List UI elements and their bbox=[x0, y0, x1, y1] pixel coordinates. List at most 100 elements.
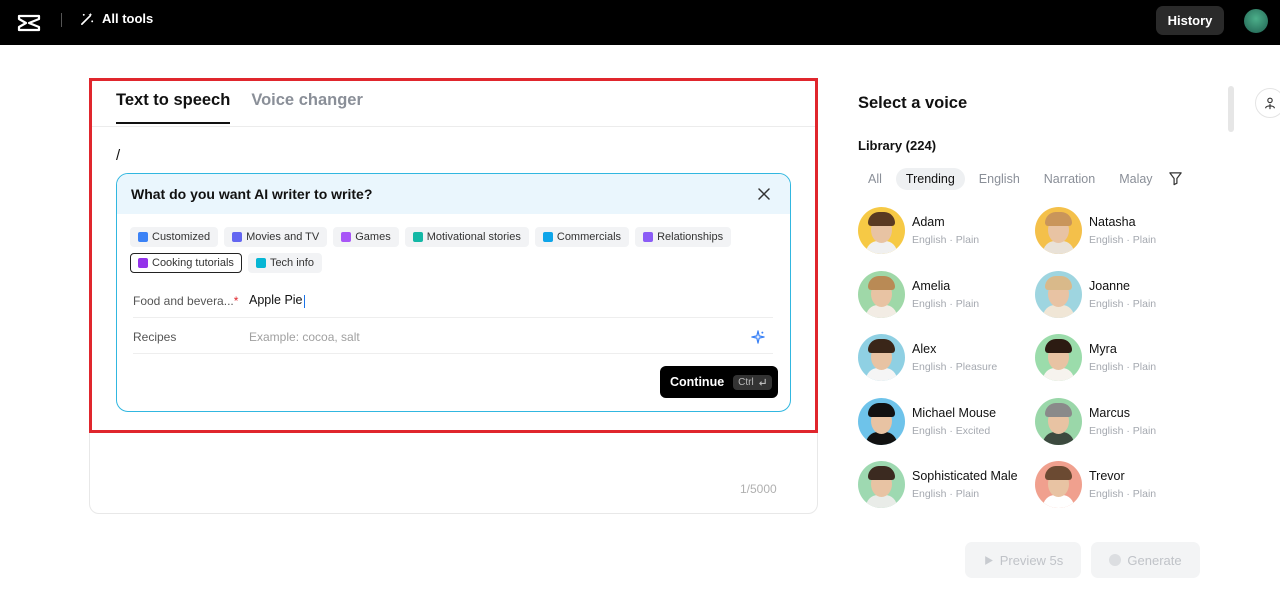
voice-item[interactable]: Alex English · Pleasure bbox=[858, 333, 1028, 381]
voice-info: Joanne English · Plain bbox=[1089, 279, 1156, 310]
generate-button[interactable]: Generate bbox=[1091, 542, 1200, 578]
voice-name: Marcus bbox=[1089, 405, 1130, 420]
gamepad-icon bbox=[341, 232, 352, 242]
voice-avatar bbox=[1035, 397, 1082, 445]
filter-funnel-icon[interactable] bbox=[1168, 171, 1183, 186]
chip-movies-tv[interactable]: Movies and TV bbox=[224, 227, 328, 247]
top-bar: All tools History bbox=[0, 0, 1280, 45]
runner-icon bbox=[412, 232, 423, 242]
capcut-logo-icon[interactable] bbox=[17, 10, 41, 34]
ai-writer-title: What do you want AI writer to write? bbox=[131, 186, 373, 202]
chip-label: Commercials bbox=[556, 231, 622, 243]
voice-name: Amelia bbox=[912, 278, 951, 293]
food-field-label: Food and bevera...* bbox=[133, 293, 239, 308]
history-button[interactable]: History bbox=[1156, 6, 1224, 35]
voice-description: English · Plain bbox=[912, 487, 980, 500]
voice-description: English · Plain bbox=[1089, 487, 1157, 500]
shortcut-hint: Ctrl bbox=[733, 374, 772, 390]
chip-cooking-tutorials[interactable]: Cooking tutorials bbox=[130, 253, 242, 273]
play-icon bbox=[984, 555, 993, 565]
chip-games[interactable]: Games bbox=[333, 227, 399, 247]
voice-item[interactable]: Michael Mouse English · Excited bbox=[858, 397, 1028, 445]
filter-malay[interactable]: Malay bbox=[1109, 168, 1154, 190]
voice-panel-title: Select a voice bbox=[858, 94, 968, 112]
recipes-field-row: Recipes bbox=[133, 320, 773, 354]
continue-button[interactable]: Continue Ctrl bbox=[660, 366, 778, 398]
voice-avatar bbox=[858, 397, 905, 445]
filter-all[interactable]: All bbox=[858, 168, 892, 190]
voice-item[interactable]: Myra English · Plain bbox=[1035, 333, 1205, 381]
chip-motivational-stories[interactable]: Motivational stories bbox=[404, 227, 529, 247]
filter-english[interactable]: English bbox=[969, 168, 1030, 190]
voice-item[interactable]: Marcus English · Plain bbox=[1035, 397, 1205, 445]
user-avatar[interactable] bbox=[1244, 9, 1268, 33]
voice-name: Joanne bbox=[1089, 278, 1131, 293]
voice-item[interactable]: Sophisticated Male English · Plain bbox=[858, 460, 1028, 508]
chip-relationships[interactable]: Relationships bbox=[635, 227, 732, 247]
topic-chips: Customized Movies and TV Games Motivatio… bbox=[130, 227, 770, 273]
text-caret bbox=[303, 294, 305, 308]
clapperboard-icon bbox=[232, 232, 243, 242]
voice-avatar bbox=[1035, 206, 1082, 254]
people-icon bbox=[643, 232, 654, 242]
voice-item[interactable]: Natasha English · Plain bbox=[1035, 206, 1205, 254]
voice-info: Natasha English · Plain bbox=[1089, 215, 1156, 246]
mode-tabs: Text to speech Voice changer bbox=[116, 91, 363, 124]
filter-trending[interactable]: Trending bbox=[895, 168, 965, 190]
continue-label: Continue bbox=[670, 375, 725, 389]
voice-description: English · Plain bbox=[912, 297, 980, 310]
voice-info: Alex English · Pleasure bbox=[912, 342, 997, 373]
voice-description: English · Plain bbox=[1089, 424, 1157, 437]
chip-label: Relationships bbox=[657, 231, 724, 243]
voice-item[interactable]: Amelia English · Plain bbox=[858, 270, 1028, 318]
voice-info: Adam English · Plain bbox=[912, 215, 979, 246]
voice-description: English · Plain bbox=[1089, 360, 1157, 373]
voice-item[interactable]: Trevor English · Plain bbox=[1035, 460, 1205, 508]
magic-wand-icon bbox=[81, 12, 94, 25]
tab-text-to-speech[interactable]: Text to speech bbox=[116, 91, 231, 124]
all-tools-button[interactable]: All tools bbox=[80, 11, 153, 26]
tab-voice-changer[interactable]: Voice changer bbox=[251, 91, 363, 124]
voice-description: English · Plain bbox=[1089, 233, 1157, 246]
chip-label: Motivational stories bbox=[426, 231, 521, 243]
preview-label: Preview 5s bbox=[999, 552, 1064, 568]
voice-avatar bbox=[858, 333, 905, 381]
chip-commercials[interactable]: Commercials bbox=[534, 227, 630, 247]
chip-label: Cooking tutorials bbox=[152, 257, 234, 269]
voice-name: Myra bbox=[1089, 341, 1117, 356]
chip-label: Customized bbox=[152, 231, 211, 243]
food-field-input[interactable]: Apple Pie bbox=[249, 293, 305, 308]
voice-avatar bbox=[858, 460, 905, 508]
voice-name: Alex bbox=[912, 341, 937, 356]
tabs-divider bbox=[92, 126, 815, 127]
chip-label: Games bbox=[355, 231, 391, 243]
sparkle-icon[interactable] bbox=[751, 330, 765, 344]
chip-label: Tech info bbox=[269, 257, 314, 269]
chip-tech-info[interactable]: Tech info bbox=[247, 253, 322, 273]
rocket-icon bbox=[255, 258, 266, 268]
voice-name: Adam bbox=[912, 214, 945, 229]
close-icon[interactable] bbox=[756, 186, 772, 202]
text-editor-content[interactable]: / bbox=[116, 147, 120, 164]
voice-item[interactable]: Joanne English · Plain bbox=[1035, 270, 1205, 318]
document-icon bbox=[138, 232, 148, 242]
recipes-input[interactable] bbox=[249, 329, 729, 344]
voice-filters: All Trending English Narration Malay bbox=[858, 167, 1154, 191]
filter-narration[interactable]: Narration bbox=[1034, 168, 1105, 190]
preview-button[interactable]: Preview 5s bbox=[965, 542, 1081, 578]
voice-description: English · Pleasure bbox=[912, 360, 998, 373]
voice-name: Natasha bbox=[1089, 214, 1136, 229]
topbar-divider bbox=[61, 13, 62, 27]
voice-item[interactable]: Adam English · Plain bbox=[858, 206, 1028, 254]
scrollbar[interactable] bbox=[1228, 86, 1234, 132]
library-label: Library (224) bbox=[858, 138, 937, 153]
ai-writer-header: What do you want AI writer to write? bbox=[117, 174, 790, 214]
upload-person-icon bbox=[1265, 97, 1275, 110]
chip-customized[interactable]: Customized bbox=[130, 227, 219, 247]
voice-name: Sophisticated Male bbox=[912, 468, 1018, 483]
voice-description: English · Excited bbox=[912, 424, 991, 437]
enter-key-icon bbox=[758, 378, 766, 386]
side-upload-button[interactable] bbox=[1255, 88, 1280, 118]
voice-avatar bbox=[1035, 460, 1082, 508]
chip-label: Movies and TV bbox=[246, 231, 320, 243]
